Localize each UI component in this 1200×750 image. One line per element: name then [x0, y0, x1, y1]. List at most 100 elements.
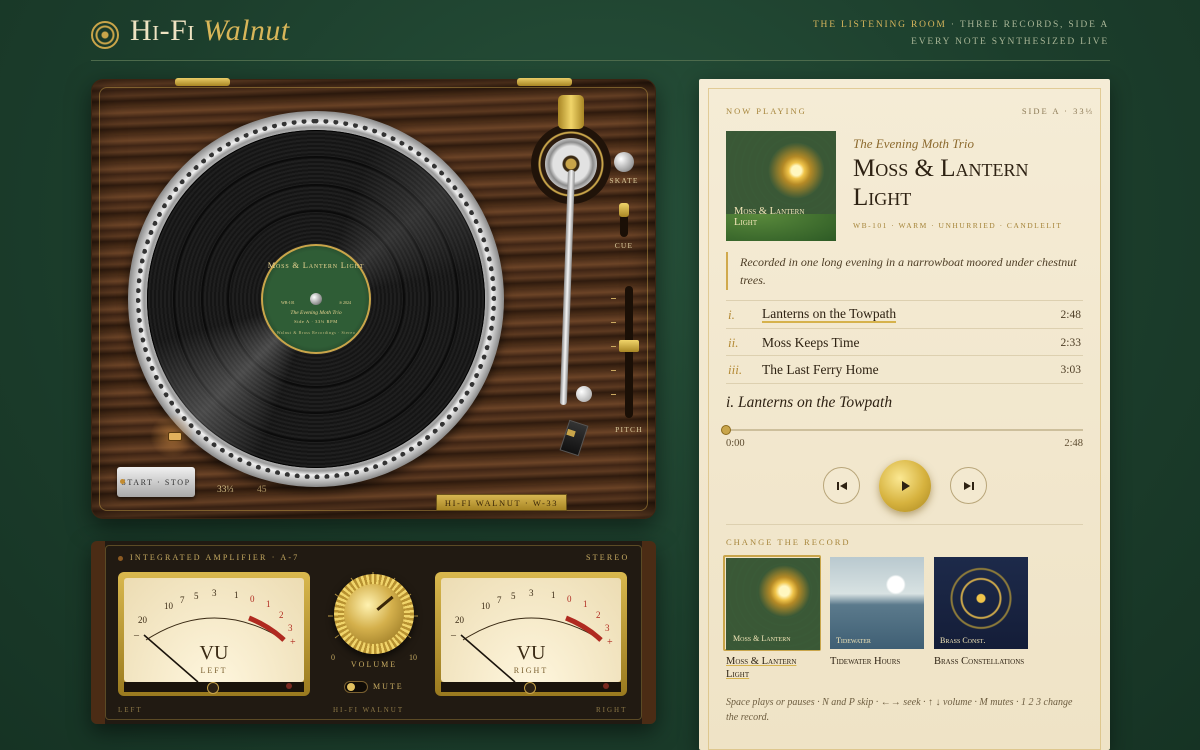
hinge-right: [517, 78, 572, 86]
change-record-label: Change the record: [726, 537, 851, 547]
next-button[interactable]: [950, 467, 987, 504]
scale-7: 7: [497, 595, 502, 605]
previous-button[interactable]: [823, 467, 860, 504]
meter-side-label: Right: [513, 666, 549, 675]
volume-label: Volume: [350, 660, 398, 669]
amp-footer-brand: Hi-Fi Walnut: [333, 706, 405, 714]
pitch-tick: [611, 298, 616, 299]
track-number: i.: [728, 306, 735, 322]
start-stop-button[interactable]: Start · Stop: [117, 467, 195, 497]
record-logo-icon: [91, 21, 119, 49]
scale-plus1: 1: [583, 599, 588, 609]
track-duration: 3:03: [1060, 363, 1081, 376]
label-footer: Walnut & Brass Recordings · Stereo: [276, 330, 356, 335]
track-number: ii.: [728, 334, 739, 350]
label-code: WB-101: [281, 300, 295, 305]
seek-bar[interactable]: [726, 429, 1083, 431]
record-art-title: Tidewater: [836, 636, 871, 645]
scale-5: 5: [194, 591, 199, 601]
side-label: Side A · 33⅓: [1021, 106, 1094, 116]
hinge-left: [175, 78, 230, 86]
header-divider: [91, 60, 1110, 61]
pitch-slider-track[interactable]: [625, 286, 633, 418]
amp-footer-right: Right: [596, 706, 628, 714]
record-name[interactable]: Moss & Lantern Light: [726, 655, 822, 681]
tagline-line2: Every note synthesized live: [911, 37, 1109, 47]
track-duration: 2:33: [1060, 336, 1081, 349]
amp-footer-left: Left: [118, 706, 143, 714]
track-row[interactable]: iii. The Last Ferry Home 3:03: [726, 355, 1083, 383]
pitch-tick: [611, 370, 616, 371]
scale-1: 1: [234, 590, 239, 600]
brand-title: Hi-Fi Walnut: [130, 14, 290, 48]
plinth-badge: Hi-Fi Walnut · W-33: [436, 494, 567, 511]
change-divider: [726, 524, 1083, 525]
pitch-slider-thumb[interactable]: [619, 340, 639, 352]
scale-0: 0: [567, 594, 572, 604]
scale-20: 20: [138, 615, 148, 625]
tagline-rest: · Three records, side A: [946, 20, 1109, 30]
record-name[interactable]: Tidewater Hours: [830, 655, 926, 668]
meter-peak-led: [286, 683, 292, 689]
speed-33-button[interactable]: 33⅓: [217, 485, 234, 495]
start-stop-label: Start · Stop: [121, 477, 191, 487]
track-duration: 2:48: [1060, 308, 1081, 321]
skip-next-icon: [963, 481, 974, 490]
header-tagline: The listening room · Three records, side…: [813, 17, 1109, 51]
seek-thumb[interactable]: [721, 425, 731, 435]
elapsed-time: 0:00: [726, 438, 745, 449]
meter-vu-label: VU: [199, 642, 229, 664]
meter-screw: [524, 682, 536, 694]
record-option-brass-constellations[interactable]: Brass Const.: [932, 555, 1030, 651]
mute-toggle-thumb[interactable]: [347, 683, 355, 691]
cue-lever[interactable]: [619, 203, 629, 217]
play-button[interactable]: [879, 460, 931, 512]
scale-minus: –: [133, 630, 140, 641]
track-number: iii.: [728, 361, 743, 377]
volume-knob-cap[interactable]: [344, 584, 404, 644]
record-option-tidewater[interactable]: Tidewater: [828, 555, 926, 651]
vu-meter-left: 20 10 7 5 3 1 0 1 2 3 – + VU Left: [118, 572, 310, 696]
volume-min-label: 0: [331, 653, 335, 662]
scale-1: 1: [551, 590, 556, 600]
total-time: 2:48: [1064, 438, 1083, 449]
skate-label: Skate: [609, 176, 639, 185]
play-icon: [902, 481, 910, 491]
track-row[interactable]: ii. Moss Keeps Time 2:33: [726, 328, 1083, 356]
amp-title: Integrated Amplifier · A-7: [130, 553, 300, 562]
track-title: Moss Keeps Time: [762, 334, 860, 350]
label-side: Side A · 33⅓ RPM: [294, 319, 338, 324]
record-name[interactable]: Brass Constellations: [934, 655, 1030, 668]
scale-20: 20: [455, 615, 465, 625]
volume-max-label: 10: [409, 653, 417, 662]
scale-10: 10: [164, 601, 174, 611]
counterweight[interactable]: [558, 95, 584, 129]
start-indicator: [120, 479, 125, 484]
cue-label: Cue: [614, 241, 634, 250]
track-row[interactable]: i. Lanterns on the Towpath 2:48: [726, 300, 1083, 328]
label-year: ℗ 2024: [338, 300, 351, 305]
power-lamp: [168, 432, 182, 441]
label-title: Moss & Lantern Light: [267, 260, 365, 270]
album-meta: WB-101 · warm · unhurried · candlelit: [853, 221, 1063, 230]
scale-0: 0: [250, 594, 255, 604]
track-title: Lanterns on the Towpath: [762, 306, 897, 323]
tagline-highlight: The listening room: [812, 20, 947, 30]
meter-peak-led: [603, 683, 609, 689]
amp-power-led: [118, 556, 123, 561]
scale-5: 5: [511, 591, 516, 601]
speed-45-button[interactable]: 45: [257, 485, 267, 495]
anti-skate-knob[interactable]: [614, 152, 634, 172]
keyboard-hint: Space plays or pauses · N and P skip · ←…: [726, 697, 1073, 723]
scale-3: 3: [529, 588, 534, 598]
amp-stereo-label: Stereo: [586, 553, 630, 562]
scale-10: 10: [481, 601, 491, 611]
record-option-moss-lantern[interactable]: Moss & Lantern: [723, 555, 821, 651]
scale-plus2: 2: [279, 610, 284, 620]
meter-face: 20 10 7 5 3 1 0 1 2 3 – + VU Left: [124, 578, 304, 682]
spindle: [310, 293, 322, 305]
brand-accent: Walnut: [202, 14, 290, 47]
meter-face: 20 10 7 5 3 1 0 1 2 3 – + VU Right: [441, 578, 621, 682]
scale-plus1: 1: [266, 599, 271, 609]
vu-meter-right: 20 10 7 5 3 1 0 1 2 3 – + VU Right: [435, 572, 627, 696]
